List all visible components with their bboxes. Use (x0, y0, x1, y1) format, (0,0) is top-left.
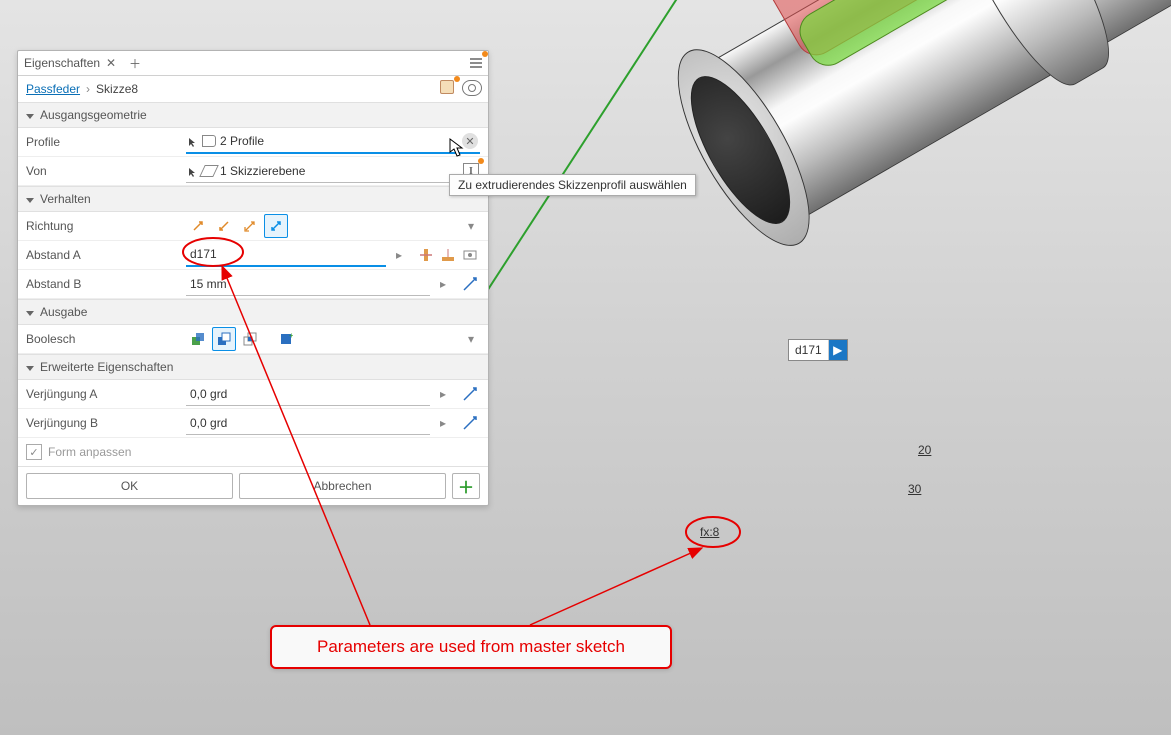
row-match-shape: ✓ Form anpassen (18, 438, 488, 466)
chevron-down-icon (26, 311, 34, 316)
taper-b-label: Verjüngung B (26, 416, 186, 430)
sketch-profile-highlight (792, 0, 982, 73)
sketch-axis-line (480, 0, 700, 301)
distance-b-label: Abstand B (26, 277, 186, 291)
taper-b-measure-icon[interactable] (460, 413, 480, 433)
section-behavior[interactable]: Verhalten (18, 186, 488, 212)
dimension-fx8: fx:8 (700, 525, 719, 539)
distance-a-label: Abstand A (26, 248, 186, 262)
section-title: Erweiterte Eigenschaften (40, 360, 173, 374)
taper-a-dropdown[interactable]: ▸ (434, 383, 452, 405)
taper-a-input[interactable] (186, 383, 430, 406)
profile-icon (202, 135, 216, 147)
row-distance-a: Abstand A ▸ (18, 241, 488, 270)
boolean-new-solid-button[interactable]: + (274, 327, 298, 351)
chevron-down-icon (26, 366, 34, 371)
shaft-end-face (653, 31, 835, 264)
distance-b-input[interactable] (186, 273, 430, 296)
boolean-menu-icon[interactable]: ▾ (462, 328, 480, 350)
row-profile: Profile 2 Profile ✕ (18, 128, 488, 157)
section-source-geometry[interactable]: Ausgangsgeometrie (18, 102, 488, 128)
viewport-3d[interactable]: 20 30 fx:8 d171 ▶ Eigenschaften ✕ ＋ Pass… (0, 0, 1171, 735)
feature-icon[interactable] (440, 80, 456, 96)
match-shape-label: Form anpassen (48, 445, 131, 459)
distance-a-extent-icon[interactable] (416, 245, 436, 265)
section-title: Ausgabe (40, 305, 87, 319)
direction-flipped-button[interactable] (212, 214, 236, 238)
canvas-distance-dropdown[interactable]: ▶ (829, 340, 847, 360)
canvas-distance-value[interactable]: d171 (789, 340, 829, 360)
properties-panel: Eigenschaften ✕ ＋ Passfeder › Skizze8 A (17, 50, 489, 506)
from-selector[interactable]: 1 Skizzierebene (186, 160, 458, 183)
distance-a-input[interactable] (186, 243, 386, 267)
profile-selector[interactable]: 2 Profile ✕ (186, 130, 480, 154)
breadcrumb-root[interactable]: Passfeder (26, 82, 80, 96)
taper-a-measure-icon[interactable] (460, 384, 480, 404)
distance-a-to-icon[interactable] (438, 245, 458, 265)
ok-button[interactable]: OK (26, 473, 233, 499)
section-title: Verhalten (40, 192, 91, 206)
from-label: Von (26, 164, 186, 178)
row-taper-b: Verjüngung B ▸ (18, 409, 488, 438)
visibility-icon[interactable] (462, 80, 482, 96)
chevron-down-icon (26, 114, 34, 119)
direction-label: Richtung (26, 219, 186, 233)
svg-text:+: + (289, 332, 293, 340)
row-distance-b: Abstand B ▸ (18, 270, 488, 299)
section-advanced[interactable]: Erweiterte Eigenschaften (18, 354, 488, 380)
extrude-preview-solid (763, 0, 975, 63)
cancel-button[interactable]: Abbrechen (239, 473, 446, 499)
row-taper-a: Verjüngung A ▸ (18, 380, 488, 409)
shaft-cylinder (680, 0, 1171, 237)
row-from: Von 1 Skizzierebene I (18, 157, 488, 186)
add-button[interactable]: ＋ (452, 473, 480, 499)
breadcrumb: Passfeder › Skizze8 (18, 76, 488, 102)
boolean-cut-button[interactable] (212, 327, 236, 351)
direction-menu-icon[interactable]: ▾ (462, 215, 480, 237)
boolean-join-button[interactable] (186, 327, 210, 351)
annotation-callout: Parameters are used from master sketch (270, 625, 672, 669)
row-direction: Richtung ▾ (18, 212, 488, 241)
distance-b-dropdown[interactable]: ▸ (434, 273, 452, 295)
panel-footer: OK Abbrechen ＋ (18, 466, 488, 505)
chevron-right-icon: › (86, 82, 90, 96)
taper-b-dropdown[interactable]: ▸ (434, 412, 452, 434)
plane-icon (199, 165, 219, 177)
shaft-step (938, 0, 1129, 99)
from-value: 1 Skizzierebene (220, 164, 305, 178)
breadcrumb-current: Skizze8 (96, 82, 138, 96)
direction-asymmetric-button[interactable] (264, 214, 288, 238)
distance-a-through-icon[interactable] (460, 245, 480, 265)
notification-dot-icon (482, 51, 488, 57)
panel-menu-icon[interactable] (466, 53, 486, 73)
add-tab-icon[interactable]: ＋ (128, 56, 142, 70)
canvas-distance-input[interactable]: d171 ▶ (788, 339, 848, 361)
section-title: Ausgangsgeometrie (40, 108, 147, 122)
profile-value: 2 Profile (220, 134, 264, 148)
direction-default-button[interactable] (186, 214, 210, 238)
boolean-intersect-button[interactable] (238, 327, 262, 351)
row-boolean: Boolesch + (18, 325, 488, 354)
taper-b-input[interactable] (186, 412, 430, 435)
chevron-down-icon (26, 198, 34, 203)
taper-a-label: Verjüngung A (26, 387, 186, 401)
section-output[interactable]: Ausgabe (18, 299, 488, 325)
mouse-cursor-icon (449, 138, 465, 158)
pointer-icon (188, 166, 198, 176)
distance-a-dropdown[interactable]: ▸ (390, 244, 408, 266)
distance-b-measure-icon[interactable] (460, 274, 480, 294)
panel-title: Eigenschaften (24, 56, 100, 70)
boolean-label: Boolesch (26, 332, 186, 346)
tooltip: Zu extrudierendes Skizzenprofil auswähle… (449, 174, 696, 196)
panel-header: Eigenschaften ✕ ＋ (18, 51, 488, 76)
pointer-icon (188, 136, 198, 146)
dimension-20: 20 (918, 443, 931, 457)
dimension-30: 30 (908, 482, 921, 496)
shaft-bore (672, 62, 809, 238)
profile-label: Profile (26, 135, 186, 149)
direction-symmetric-button[interactable] (238, 214, 262, 238)
close-icon[interactable]: ✕ (104, 56, 118, 70)
match-shape-checkbox: ✓ (26, 444, 42, 460)
